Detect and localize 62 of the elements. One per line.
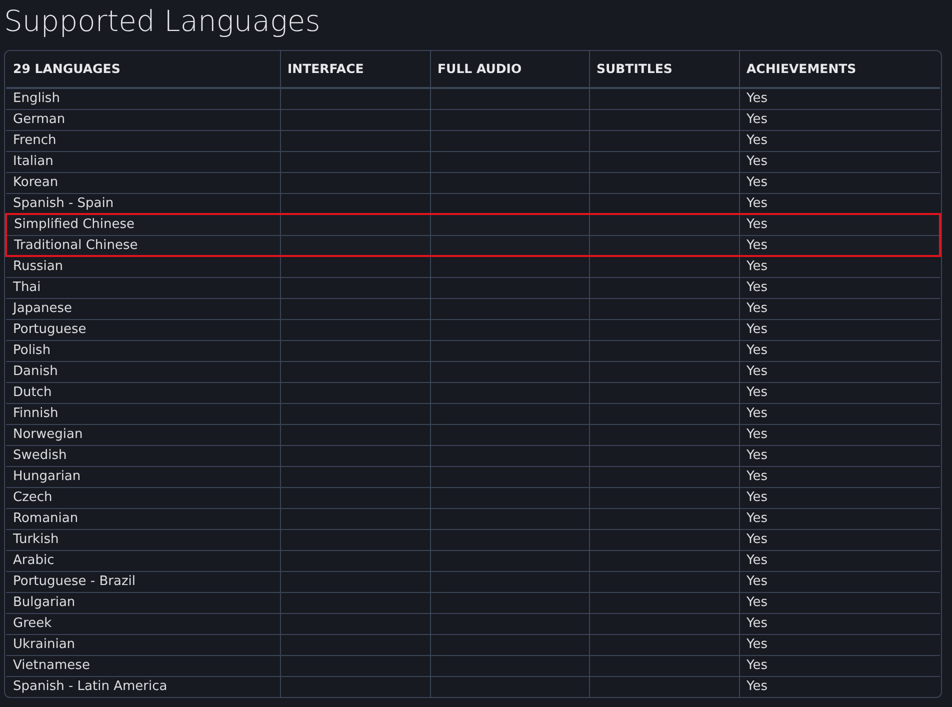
language-cell: Greek <box>6 613 280 634</box>
language-cell: Arabic <box>6 550 280 571</box>
table-cell: Yes <box>739 382 940 403</box>
language-cell: Simplified Chinese <box>6 214 280 235</box>
language-cell: Bulgarian <box>6 592 280 613</box>
column-header: SUBTITLES <box>589 51 739 88</box>
table-cell: Yes <box>739 340 940 361</box>
language-cell: Polish <box>6 340 280 361</box>
language-cell: Portuguese <box>6 319 280 340</box>
column-header: ACHIEVEMENTS <box>739 51 940 88</box>
column-header: 29 LANGUAGES <box>6 51 280 88</box>
language-cell: Portuguese - Brazil <box>6 571 280 592</box>
table-cell: Yes <box>739 508 940 529</box>
language-cell: Hungarian <box>6 466 280 487</box>
table-cell: Yes <box>739 592 940 613</box>
page-title: Supported Languages <box>4 3 322 40</box>
language-cell: Thai <box>6 277 280 298</box>
language-cell: Norwegian <box>6 424 280 445</box>
table-cell: Yes <box>739 445 940 466</box>
table-cell: Yes <box>739 277 940 298</box>
table-cell: Yes <box>739 613 940 634</box>
table-cell: Yes <box>739 235 940 256</box>
language-cell: Japanese <box>6 298 280 319</box>
table-cell: Yes <box>739 424 940 445</box>
table-cell: Yes <box>739 550 940 571</box>
table-cell: Yes <box>739 172 940 193</box>
column-header: FULL AUDIO <box>430 51 589 88</box>
table-cell: Yes <box>739 655 940 676</box>
table-cell: Yes <box>739 634 940 655</box>
language-cell: Finnish <box>6 403 280 424</box>
column-header: INTERFACE <box>280 51 430 88</box>
table-cell: Yes <box>739 88 940 109</box>
table-cell: Yes <box>739 151 940 172</box>
language-cell: Romanian <box>6 508 280 529</box>
table-cell: Yes <box>739 109 940 130</box>
language-cell: French <box>6 130 280 151</box>
table-cell: Yes <box>739 256 940 277</box>
table-cell: Yes <box>739 403 940 424</box>
language-cell: Vietnamese <box>6 655 280 676</box>
language-cell: Turkish <box>6 529 280 550</box>
language-cell: Italian <box>6 151 280 172</box>
table-cell: Yes <box>739 319 940 340</box>
language-cell: Traditional Chinese <box>6 235 280 256</box>
table-cell: Yes <box>739 676 940 697</box>
language-cell: Swedish <box>6 445 280 466</box>
language-cell: Korean <box>6 172 280 193</box>
language-cell: Danish <box>6 361 280 382</box>
table-cell: Yes <box>739 571 940 592</box>
table-cell: Yes <box>739 298 940 319</box>
language-cell: Ukrainian <box>6 634 280 655</box>
language-cell: Czech <box>6 487 280 508</box>
table-cell: Yes <box>739 466 940 487</box>
language-cell: Dutch <box>6 382 280 403</box>
table-cell: Yes <box>739 529 940 550</box>
language-cell: German <box>6 109 280 130</box>
table-cell: Yes <box>739 487 940 508</box>
language-cell: Russian <box>6 256 280 277</box>
table-cell: Yes <box>739 361 940 382</box>
language-cell: Spanish - Latin America <box>6 676 280 697</box>
language-cell: English <box>6 88 280 109</box>
table-cell: Yes <box>739 130 940 151</box>
table-cell: Yes <box>739 214 940 235</box>
